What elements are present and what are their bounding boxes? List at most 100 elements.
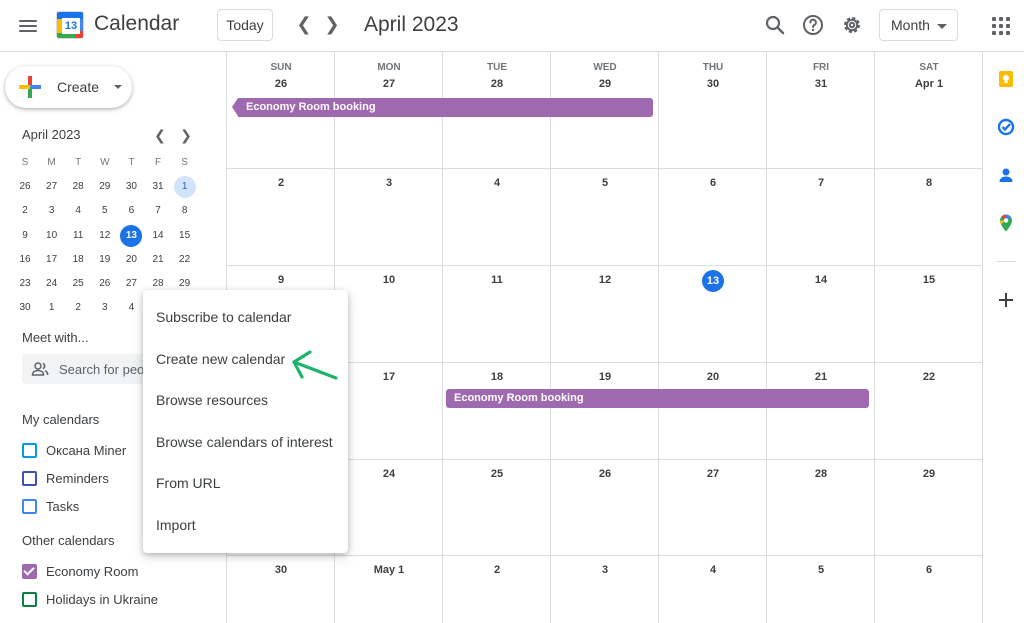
day-number[interactable]: 26 xyxy=(227,78,335,90)
menu-item-import[interactable]: Import xyxy=(143,505,348,545)
menu-item-from-url[interactable]: From URL xyxy=(143,463,348,503)
contacts-icon[interactable] xyxy=(996,165,1016,185)
day-number[interactable]: 30 xyxy=(659,78,767,90)
mini-calendar-day[interactable]: 4 xyxy=(67,200,89,222)
day-number[interactable]: 18 xyxy=(443,371,551,383)
mini-calendar-day[interactable]: 20 xyxy=(120,249,142,271)
day-number[interactable]: 28 xyxy=(767,468,875,480)
menu-item-subscribe-to-calendar[interactable]: Subscribe to calendar xyxy=(143,297,348,337)
checked-checkbox-icon[interactable] xyxy=(22,564,37,579)
day-number[interactable]: 3 xyxy=(551,564,659,576)
day-number[interactable]: 20 xyxy=(659,371,767,383)
day-number[interactable]: 31 xyxy=(767,78,875,90)
day-number[interactable]: 27 xyxy=(335,78,443,90)
day-number[interactable]: 4 xyxy=(659,564,767,576)
mini-calendar-day[interactable]: 11 xyxy=(67,225,89,247)
main-menu-icon[interactable] xyxy=(16,14,40,38)
day-number[interactable]: 22 xyxy=(875,371,983,383)
mini-calendar-day[interactable]: 10 xyxy=(41,225,63,247)
mini-calendar-day[interactable]: 21 xyxy=(147,249,169,271)
menu-item-browse-calendars-of-interest[interactable]: Browse calendars of interest xyxy=(143,422,348,462)
mini-calendar-day[interactable]: 9 xyxy=(14,225,36,247)
checkbox-icon[interactable] xyxy=(22,443,37,458)
mini-calendar-day[interactable]: 1 xyxy=(41,297,63,319)
mini-calendar-day[interactable]: 22 xyxy=(174,249,196,271)
day-number[interactable]: Apr 1 xyxy=(875,78,983,90)
day-number[interactable]: 2 xyxy=(227,177,335,189)
keep-icon[interactable] xyxy=(996,69,1016,89)
checkbox-icon[interactable] xyxy=(22,592,37,607)
mini-calendar-day[interactable]: 30 xyxy=(120,176,142,198)
day-number[interactable]: 6 xyxy=(875,564,983,576)
mini-calendar-day[interactable]: 12 xyxy=(94,225,116,247)
add-icon[interactable] xyxy=(996,290,1016,310)
mini-calendar-day[interactable]: 26 xyxy=(14,176,36,198)
day-number[interactable]: 28 xyxy=(443,78,551,90)
mini-calendar-day[interactable]: 18 xyxy=(67,249,89,271)
mini-calendar-day[interactable]: 5 xyxy=(94,200,116,222)
mini-calendar-day[interactable]: 27 xyxy=(120,273,142,295)
mini-calendar-day[interactable]: 3 xyxy=(41,200,63,222)
today-indicator[interactable]: 13 xyxy=(702,270,724,292)
event-chip[interactable]: Economy Room booking xyxy=(232,98,653,117)
day-number[interactable]: 15 xyxy=(875,274,983,286)
mini-calendar-day[interactable]: 31 xyxy=(147,176,169,198)
apps-icon[interactable] xyxy=(992,17,1010,35)
day-number[interactable]: 25 xyxy=(443,468,551,480)
mini-calendar-day[interactable]: 23 xyxy=(14,273,36,295)
checkbox-icon[interactable] xyxy=(22,471,37,486)
mini-calendar-day[interactable]: 2 xyxy=(67,297,89,319)
mini-calendar-day[interactable]: 6 xyxy=(120,200,142,222)
settings-icon[interactable] xyxy=(840,13,864,37)
day-number[interactable]: 29 xyxy=(551,78,659,90)
mini-prev-month-icon[interactable]: ❮ xyxy=(150,125,170,145)
mini-calendar-day[interactable]: 4 xyxy=(120,297,142,319)
menu-item-browse-resources[interactable]: Browse resources xyxy=(143,380,348,420)
day-number[interactable]: May 1 xyxy=(335,564,443,576)
day-number[interactable]: 26 xyxy=(551,468,659,480)
view-selector[interactable]: Month xyxy=(879,9,958,41)
mini-calendar-day[interactable]: 15 xyxy=(174,225,196,247)
day-number[interactable]: 3 xyxy=(335,177,443,189)
day-number[interactable]: 30 xyxy=(227,564,335,576)
tasks-icon[interactable] xyxy=(996,117,1016,137)
event-chip[interactable]: Economy Room booking xyxy=(446,389,869,408)
mini-calendar-day[interactable]: 16 xyxy=(14,249,36,271)
mini-next-month-icon[interactable]: ❯ xyxy=(176,125,196,145)
mini-calendar-day[interactable]: 24 xyxy=(41,273,63,295)
day-number[interactable]: 19 xyxy=(551,371,659,383)
mini-calendar-day[interactable]: 2 xyxy=(14,200,36,222)
mini-calendar-day[interactable]: 26 xyxy=(94,273,116,295)
today-button[interactable]: Today xyxy=(217,9,273,41)
day-number[interactable]: 9 xyxy=(227,274,335,286)
help-icon[interactable] xyxy=(801,13,825,37)
day-number[interactable]: 21 xyxy=(767,371,875,383)
previous-month-icon[interactable]: ❮ xyxy=(292,13,316,37)
mini-calendar-day[interactable]: 30 xyxy=(14,297,36,319)
day-number[interactable]: 27 xyxy=(659,468,767,480)
mini-calendar-day[interactable]: 3 xyxy=(94,297,116,319)
day-number[interactable]: 4 xyxy=(443,177,551,189)
day-number[interactable]: 17 xyxy=(335,371,443,383)
day-number[interactable]: 10 xyxy=(335,274,443,286)
mini-calendar-day[interactable]: 27 xyxy=(41,176,63,198)
checkbox-icon[interactable] xyxy=(22,499,37,514)
day-number[interactable]: 13 xyxy=(659,270,767,292)
day-number[interactable]: 8 xyxy=(875,177,983,189)
day-number[interactable]: 6 xyxy=(659,177,767,189)
mini-calendar-day[interactable]: 7 xyxy=(147,200,169,222)
maps-icon[interactable] xyxy=(996,213,1016,233)
mini-calendar-day[interactable]: 25 xyxy=(67,273,89,295)
day-number[interactable]: 14 xyxy=(767,274,875,286)
mini-calendar-day[interactable]: 1 xyxy=(173,176,196,199)
mini-calendar-day[interactable]: 19 xyxy=(94,249,116,271)
mini-calendar-day[interactable]: 17 xyxy=(41,249,63,271)
mini-calendar-day[interactable]: 13 xyxy=(120,224,143,247)
mini-calendar-day[interactable]: 14 xyxy=(147,225,169,247)
create-button[interactable]: Create xyxy=(5,66,132,108)
day-number[interactable]: 7 xyxy=(767,177,875,189)
day-number[interactable]: 29 xyxy=(875,468,983,480)
day-number[interactable]: 24 xyxy=(335,468,443,480)
mini-calendar-day[interactable]: 8 xyxy=(174,200,196,222)
day-number[interactable]: 2 xyxy=(443,564,551,576)
